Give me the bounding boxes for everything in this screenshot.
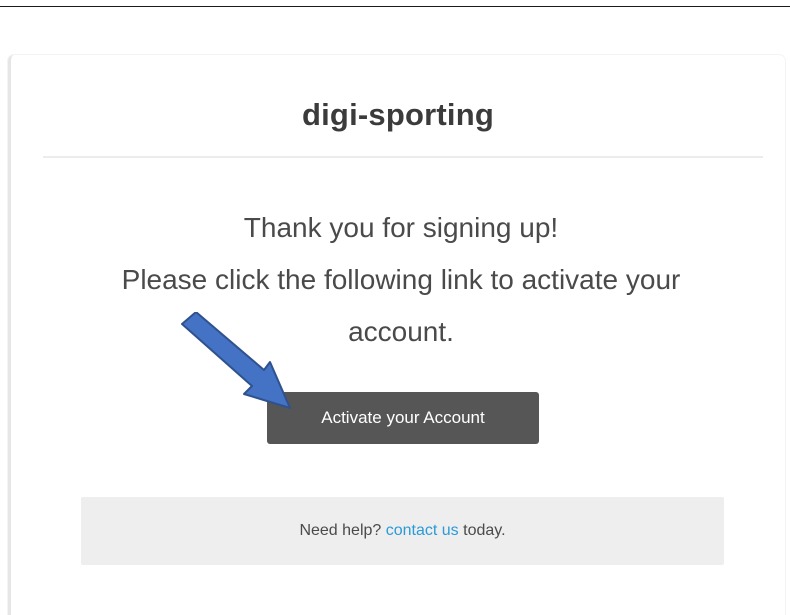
top-rule: [0, 6, 790, 7]
message-line-2: Please click the following link to activ…: [121, 264, 681, 295]
header-divider: [43, 156, 763, 158]
arrow-pointer-icon: [181, 312, 291, 409]
help-suffix: today.: [463, 522, 506, 539]
message-line-3: account.: [348, 316, 454, 347]
signup-message: Thank you for signing up! Please click t…: [51, 202, 751, 358]
message-line-1: Thank you for signing up!: [243, 212, 559, 243]
contact-us-link[interactable]: contact us: [386, 522, 459, 539]
activate-account-button[interactable]: Activate your Account: [267, 392, 539, 444]
help-prefix: Need help?: [299, 522, 382, 539]
brand-title: digi-sporting: [301, 97, 494, 132]
email-card: digi-sporting Thank you for signing up! …: [8, 55, 785, 615]
arrow-shape: [181, 312, 291, 409]
help-box: Need help? contact us today.: [81, 497, 724, 565]
